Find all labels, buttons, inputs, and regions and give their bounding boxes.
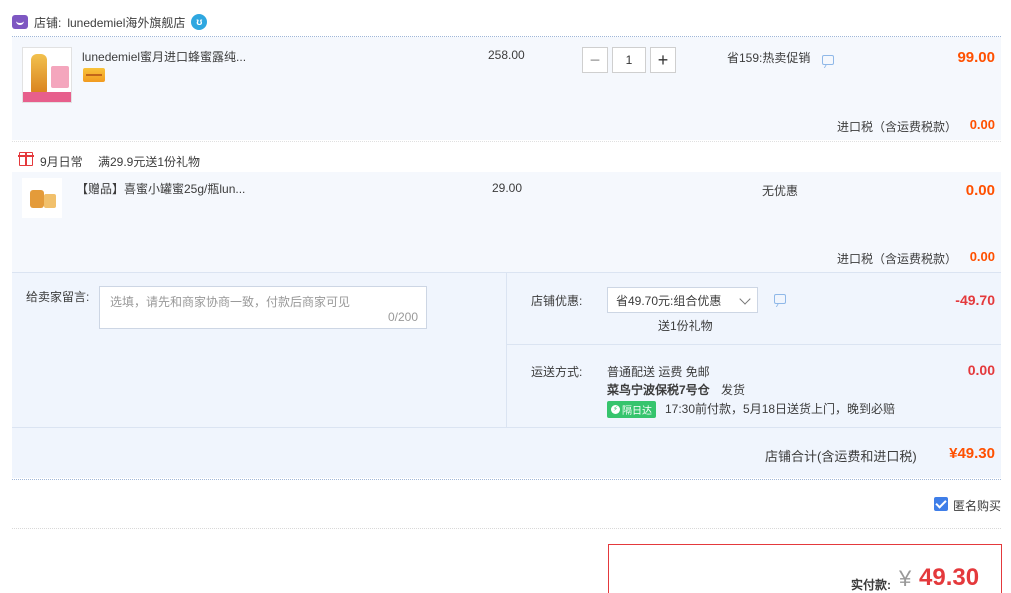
- item-subtotal: 0.00: [965, 182, 995, 199]
- seller-message-input[interactable]: 选填，请先和商家协商一致，付款后商家可见 0/200: [99, 286, 427, 329]
- message-placeholder: 选填，请先和商家协商一致，付款后商家可见: [110, 295, 351, 309]
- cart-item-row: lunedemiel蜜月进口蜂蜜露纯... 258.00 − 1 + 省159:…: [12, 37, 1001, 140]
- discount-info-icon[interactable]: [774, 294, 786, 304]
- store-total-value: ¥49.30: [949, 445, 995, 462]
- credit-card-icon: [83, 68, 105, 82]
- product-thumbnail[interactable]: [22, 178, 62, 218]
- divider: [12, 141, 1001, 142]
- message-label: 给卖家留言:: [26, 290, 90, 304]
- cart-item-row: 【赠品】喜蜜小罐蜜25g/瓶lun... 29.00 无优惠 0.00 进口税（…: [12, 172, 1001, 272]
- delivery-eta: 17:30前付款，5月18日送货上门，晚到必赔: [665, 402, 896, 416]
- next-day-badge-text: 隔日达: [622, 405, 652, 417]
- quantity-decrease-button[interactable]: −: [582, 47, 608, 73]
- quantity-increase-button[interactable]: +: [650, 47, 676, 73]
- import-tax-label: 进口税（含运费税款）: [837, 252, 958, 266]
- divider: [12, 479, 1001, 480]
- next-day-badge: ⚡ 隔日达: [607, 400, 656, 418]
- quantity-input[interactable]: 1: [612, 47, 646, 73]
- divider: [507, 344, 1001, 345]
- store-discount-value: -49.70: [955, 292, 995, 308]
- tmall-store-icon: [12, 15, 28, 29]
- shipping-method: 普通配送 运费 免邮: [607, 365, 710, 379]
- store-discount-selected: 省49.70元:组合优惠: [616, 293, 722, 308]
- payment-value: 49.30: [919, 564, 980, 591]
- shipping-label: 运送方式:: [531, 365, 583, 379]
- item-subtotal: 99.00: [957, 49, 995, 66]
- gift-icon: [18, 152, 34, 166]
- promo-info-icon[interactable]: [822, 55, 834, 65]
- promo-text: 无优惠: [762, 184, 799, 198]
- promo-text: 省159:热卖促销: [727, 51, 811, 65]
- warehouse-name: 菜鸟宁波保税7号仓: [607, 383, 710, 397]
- gift-promo-text: 满29.9元送1份礼物: [98, 155, 201, 169]
- ship-text: 发货: [721, 383, 746, 397]
- payment-summary-box: 实付款: ¥ 49.30: [608, 544, 1002, 593]
- store-discount-select[interactable]: 省49.70元:组合优惠: [607, 287, 758, 313]
- divider: [12, 528, 1001, 529]
- store-name-link[interactable]: lunedemiel海外旗舰店: [67, 14, 185, 31]
- product-title-link[interactable]: 【赠品】喜蜜小罐蜜25g/瓶lun...: [76, 180, 245, 197]
- message-counter: 0/200: [387, 310, 418, 324]
- anonymous-checkbox[interactable]: [934, 497, 948, 511]
- gift-note: 送1份礼物: [658, 319, 713, 333]
- shipping-value: 0.00: [967, 362, 995, 378]
- chevron-down-icon: [739, 293, 751, 305]
- gift-promo-tag: 9月日常: [40, 155, 83, 169]
- store-discount-label: 店铺优惠:: [531, 294, 583, 308]
- payment-currency: ¥: [899, 566, 912, 591]
- unit-price: 29.00: [492, 181, 523, 195]
- store-total-label: 店铺合计(含运费和进口税): [765, 449, 917, 464]
- divider: [506, 273, 507, 427]
- store-header: 店铺: lunedemiel海外旗舰店 ʊ: [12, 10, 208, 34]
- import-tax-value: 0.00: [969, 249, 995, 264]
- store-label: 店铺:: [34, 15, 62, 30]
- product-thumbnail[interactable]: [22, 47, 72, 103]
- unit-price: 258.00: [488, 48, 525, 62]
- payment-label: 实付款:: [851, 578, 891, 592]
- customer-service-icon[interactable]: ʊ: [191, 14, 208, 30]
- divider: [12, 427, 1001, 428]
- product-title-link[interactable]: lunedemiel蜜月进口蜂蜜露纯...: [82, 48, 246, 65]
- import-tax-label: 进口税（含运费税款）: [837, 120, 958, 134]
- lightning-icon: ⚡: [611, 404, 620, 414]
- anonymous-label[interactable]: 匿名购买: [953, 497, 1001, 514]
- import-tax-value: 0.00: [969, 117, 995, 132]
